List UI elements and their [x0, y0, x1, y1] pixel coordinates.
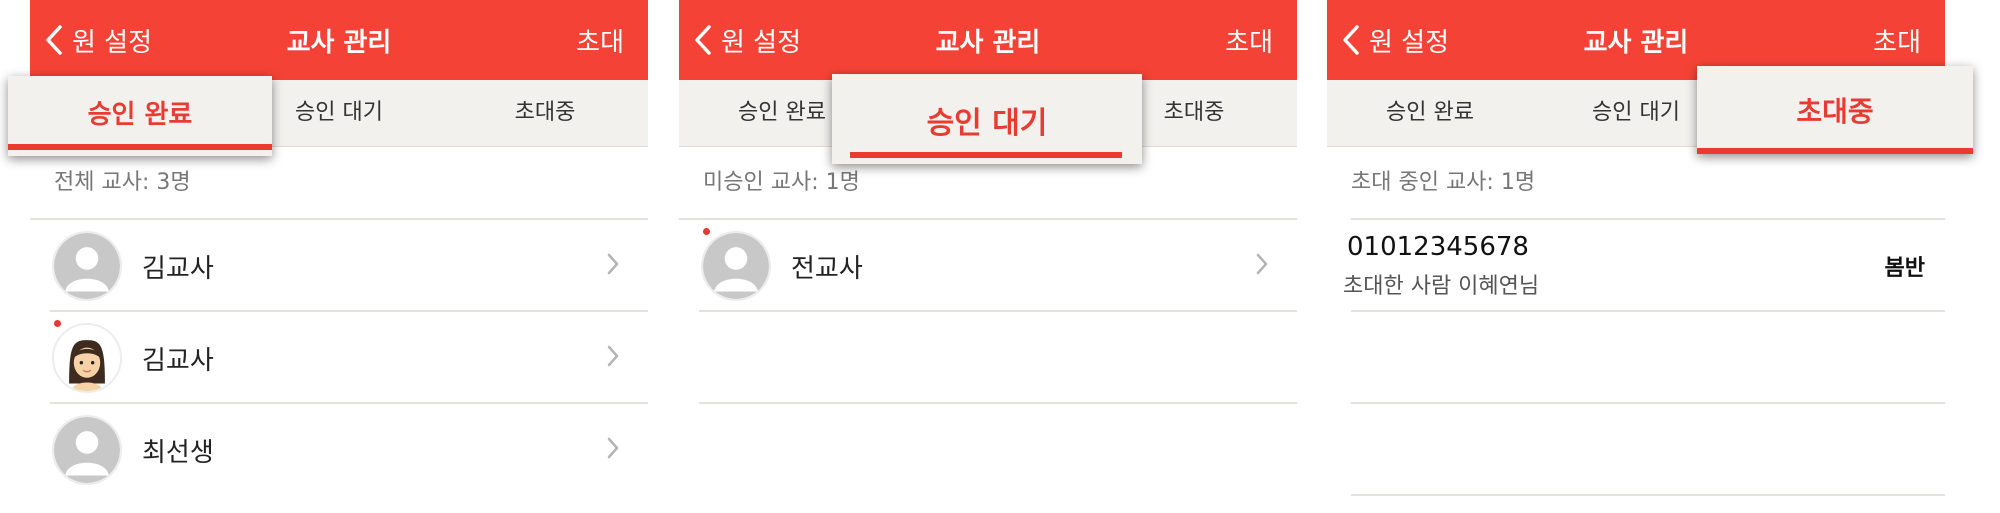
app-header: 원 설정 교사 관리 초대: [30, 0, 648, 80]
teacher-name: 전교사: [791, 254, 863, 284]
default-avatar-icon: [52, 231, 122, 301]
back-label: 원 설정: [72, 27, 153, 58]
back-button[interactable]: 원 설정: [1341, 22, 1449, 58]
teacher-row[interactable]: 김교사: [30, 312, 648, 402]
back-button[interactable]: 원 설정: [693, 22, 801, 58]
invite-button[interactable]: 초대: [576, 22, 624, 59]
tab-inviting[interactable]: 초대중: [1697, 66, 1973, 154]
tab-pending[interactable]: 승인 대기: [832, 74, 1142, 164]
invite-phone: 01012345678: [1347, 232, 1529, 262]
tab-pending-label: 승인 대기: [926, 106, 1048, 141]
teacher-count: 미승인 교사: 1명: [703, 170, 860, 195]
teacher-row[interactable]: 김교사: [30, 220, 648, 310]
tab-inviting-label: 초대중: [1796, 95, 1874, 128]
tab-inviting[interactable]: 초대중: [442, 80, 648, 146]
divider: [699, 402, 1297, 404]
teacher-name: 최선생: [142, 438, 214, 468]
back-label: 원 설정: [721, 27, 802, 58]
invite-button[interactable]: 초대: [1873, 22, 1921, 59]
active-tab-indicator: [1697, 148, 1973, 154]
divider: [699, 310, 1297, 312]
invite-count: 초대 중인 교사: 1명: [1351, 170, 1536, 195]
active-tab-indicator: [850, 152, 1122, 158]
new-badge-dot: [703, 228, 710, 235]
teacher-row[interactable]: 최선생: [30, 404, 648, 494]
teacher-name: 김교사: [142, 254, 214, 284]
teacher-count: 전체 교사: 3명: [54, 170, 191, 195]
back-button[interactable]: 원 설정: [44, 22, 152, 58]
default-avatar-icon: [52, 415, 122, 485]
tab-approved-label: 승인 완료: [87, 100, 193, 130]
panel-inviting: 원 설정 교사 관리 초대 승인 완료 승인 대기 초대중 초대 중인 교사: …: [1327, 0, 1973, 513]
chevron-right-icon: [607, 437, 619, 459]
default-avatar-icon: [701, 231, 771, 301]
back-label: 원 설정: [1369, 27, 1450, 58]
chevron-left-icon: [1343, 25, 1359, 55]
app-header: 원 설정 교사 관리 초대: [679, 0, 1297, 80]
chevron-left-icon: [695, 25, 711, 55]
chevron-right-icon: [607, 253, 619, 275]
girl-avatar-icon: [52, 323, 122, 393]
active-tab-indicator: [8, 144, 272, 150]
teacher-row[interactable]: 전교사: [679, 220, 1297, 310]
divider: [1351, 310, 1945, 312]
panel-approved: 원 설정 교사 관리 초대 승인 대기 초대중 승인 완료 전체 교사: 3명 …: [8, 0, 648, 513]
invite-button[interactable]: 초대: [1225, 22, 1273, 59]
panel-pending: 원 설정 교사 관리 초대 승인 완료 초대중 승인 대기 미승인 교사: 1명…: [679, 0, 1297, 513]
divider: [1351, 402, 1945, 404]
chevron-right-icon: [607, 345, 619, 367]
invite-class: 봄반: [1884, 256, 1925, 281]
teacher-name: 김교사: [142, 346, 214, 376]
invite-inviter: 초대한 사람 이혜연님: [1343, 274, 1540, 299]
chevron-left-icon: [46, 25, 62, 55]
new-badge-dot: [54, 320, 61, 327]
tab-approved[interactable]: 승인 완료: [1327, 80, 1533, 146]
chevron-right-icon: [1256, 253, 1268, 275]
divider: [1351, 494, 1945, 496]
tab-approved[interactable]: 승인 완료: [8, 76, 272, 156]
